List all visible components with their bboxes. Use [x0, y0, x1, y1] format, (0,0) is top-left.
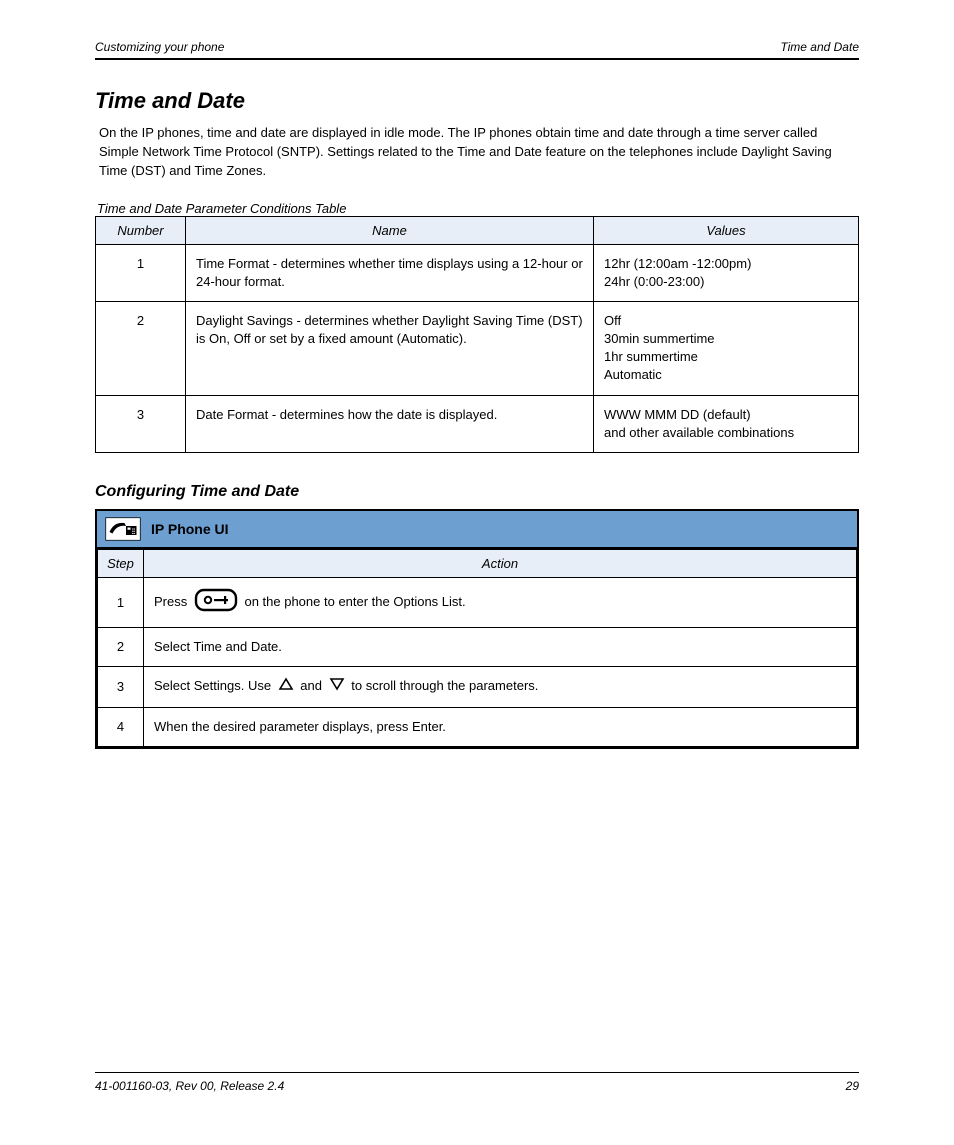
action-text: Press [154, 594, 191, 609]
col-action: Action [144, 550, 857, 578]
cell-name: Date Format - determines how the date is… [186, 395, 594, 452]
col-step: Step [98, 550, 144, 578]
page-footer: 41-001160-03, Rev 00, Release 2.4 29 [95, 1072, 859, 1093]
cell-number: 3 [96, 395, 186, 452]
footer-left: 41-001160-03, Rev 00, Release 2.4 [95, 1079, 284, 1093]
cell-number: 2 [96, 301, 186, 395]
table-row: 3 Select Settings. Use and [98, 667, 857, 707]
table-caption: Time and Date Parameter Conditions Table [95, 201, 859, 216]
step-number: 2 [98, 628, 144, 667]
header-left: Customizing your phone [95, 40, 224, 54]
cell-values: 12hr (12:00am -12:00pm) 24hr (0:00-23:00… [594, 244, 859, 301]
step-number: 4 [98, 707, 144, 746]
up-arrow-icon [278, 677, 294, 696]
action-text: Select Settings. Use [154, 678, 275, 693]
table-row: 1 Press on the phone to enter the Optio [98, 578, 857, 628]
action-text: and [300, 678, 325, 693]
action-text: on the phone to enter the Options List. [244, 594, 465, 609]
subheading: Configuring Time and Date [95, 483, 859, 501]
cell-name: Time Format - determines whether time di… [186, 244, 594, 301]
ip-title-text: IP Phone UI [151, 521, 229, 537]
cell-number: 1 [96, 244, 186, 301]
cell-values: Off 30min summertime 1hr summertime Auto… [594, 301, 859, 395]
cell-name: Daylight Savings - determines whether Da… [186, 301, 594, 395]
options-key-icon [194, 588, 238, 617]
table-row: 3 Date Format - determines how the date … [96, 395, 859, 452]
step-action: When the desired parameter displays, pre… [144, 707, 857, 746]
phone-icon [105, 517, 141, 541]
step-action: Select Settings. Use and t [144, 667, 857, 707]
step-action: Select Time and Date. [144, 628, 857, 667]
step-number: 3 [98, 667, 144, 707]
col-number: Number [96, 216, 186, 244]
down-arrow-icon [329, 677, 345, 696]
step-number: 1 [98, 578, 144, 628]
parameters-table: Number Name Values 1 Time Format - deter… [95, 216, 859, 454]
table-row: 4 When the desired parameter displays, p… [98, 707, 857, 746]
col-name: Name [186, 216, 594, 244]
step-action: Press on the phone to enter the Options … [144, 578, 857, 628]
ip-phone-box: IP Phone UI Step Action 1 Press [95, 509, 859, 749]
page: Customizing your phone Time and Date Tim… [0, 0, 954, 1145]
table-row: 1 Time Format - determines whether time … [96, 244, 859, 301]
ip-title-bar: IP Phone UI [97, 511, 857, 549]
col-values: Values [594, 216, 859, 244]
cell-values: WWW MMM DD (default) and other available… [594, 395, 859, 452]
table-row: 2 Daylight Savings - determines whether … [96, 301, 859, 395]
page-number: 29 [846, 1079, 859, 1093]
intro-paragraph: On the IP phones, time and date are disp… [95, 124, 859, 181]
header-right: Time and Date [780, 40, 859, 54]
page-header: Customizing your phone Time and Date [95, 40, 859, 60]
action-text: to scroll through the parameters. [351, 678, 538, 693]
table-row: 2 Select Time and Date. [98, 628, 857, 667]
section-title: Time and Date [95, 88, 859, 114]
steps-table: Step Action 1 Press [97, 549, 857, 747]
